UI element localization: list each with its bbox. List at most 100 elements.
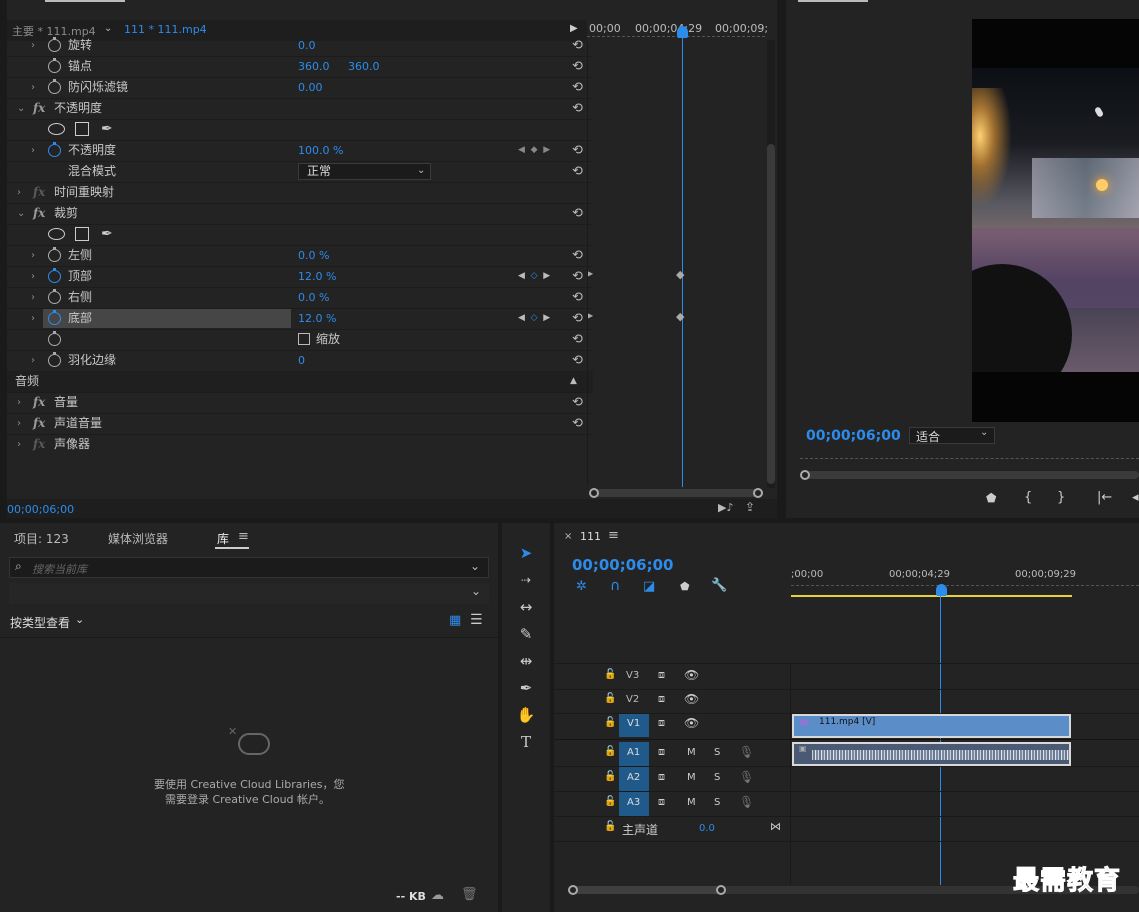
ec-scrollbar[interactable] bbox=[767, 40, 775, 488]
stopwatch-icon[interactable] bbox=[48, 79, 61, 94]
reset-icon[interactable]: ⟲ bbox=[572, 35, 583, 56]
fx-icon[interactable]: fx bbox=[33, 203, 45, 224]
mute-button[interactable]: M bbox=[687, 747, 696, 758]
stopwatch-icon[interactable] bbox=[48, 142, 61, 157]
reset-icon[interactable]: ⟲ bbox=[572, 350, 583, 371]
grid-view-icon[interactable]: ▦ bbox=[449, 613, 461, 628]
video-clip[interactable]: fx 111.mp4 [V] bbox=[792, 714, 1071, 738]
mark-out-icon[interactable]: } bbox=[1057, 490, 1065, 505]
snap-magnet-icon[interactable]: ∩ bbox=[610, 578, 620, 594]
video-frame[interactable] bbox=[972, 19, 1139, 422]
audio-section-header[interactable]: 音频 ▲ bbox=[7, 371, 593, 392]
reset-icon[interactable]: ⟲ bbox=[572, 392, 583, 413]
reset-icon[interactable]: ⟲ bbox=[572, 413, 583, 434]
chevron-right-icon[interactable]: › bbox=[17, 182, 21, 203]
stopwatch-icon[interactable] bbox=[48, 247, 61, 262]
tab-library[interactable]: 库 bbox=[217, 530, 229, 547]
panel-menu-icon[interactable]: ≡ bbox=[238, 529, 249, 544]
source-patch-v1[interactable]: V1 bbox=[619, 713, 649, 737]
keyframe-nav-icon[interactable]: ◀ ◆ ▶ bbox=[518, 140, 550, 161]
chevron-right-icon[interactable]: › bbox=[31, 140, 35, 161]
lock-icon[interactable]: 🔓 bbox=[604, 771, 616, 782]
mic-icon[interactable]: 🎙 bbox=[739, 770, 754, 784]
source-patch-a3[interactable]: A3 bbox=[619, 792, 649, 816]
lock-icon[interactable]: 🔓 bbox=[604, 746, 616, 757]
add-marker-icon[interactable]: ⬟ bbox=[680, 580, 690, 593]
library-select[interactable]: ⌄ bbox=[9, 583, 489, 604]
selection-tool-icon[interactable]: ➤ bbox=[513, 541, 539, 565]
keyframe-nav-icon[interactable]: ◀ ◇ ▶ bbox=[518, 266, 550, 287]
ec-zoom-scrollbar[interactable] bbox=[587, 488, 765, 498]
eye-icon[interactable]: 👁 bbox=[684, 668, 699, 682]
cloud-sync-icon[interactable]: ☁ bbox=[431, 888, 444, 903]
chevron-down-icon[interactable]: ⌄ bbox=[470, 559, 480, 573]
zoom-checkbox[interactable] bbox=[298, 333, 310, 345]
rotation-value[interactable]: 0.0 bbox=[298, 35, 316, 56]
chevron-right-icon[interactable]: › bbox=[31, 350, 35, 371]
nest-icon[interactable]: ✲ bbox=[576, 579, 587, 594]
program-scrollbar[interactable] bbox=[800, 470, 1139, 480]
audio-clip[interactable]: ▣ bbox=[792, 742, 1071, 766]
chevron-down-icon[interactable]: ⌄ bbox=[17, 203, 25, 224]
chevron-down-icon[interactable]: ⌄ bbox=[471, 584, 481, 598]
mark-in-icon[interactable]: { bbox=[1024, 490, 1032, 505]
razor-tool-icon[interactable]: ✎ bbox=[513, 622, 539, 646]
track-select-tool-icon[interactable]: ⇢ bbox=[513, 568, 539, 592]
chevron-right-icon[interactable]: › bbox=[17, 392, 21, 413]
pen-mask-icon[interactable]: ✒ bbox=[101, 224, 113, 245]
program-timecode[interactable]: 00;00;06;00 bbox=[806, 428, 901, 444]
lock-icon[interactable]: 🔓 bbox=[604, 821, 616, 832]
fx-icon[interactable]: fx bbox=[33, 182, 45, 203]
rectangle-mask-icon[interactable] bbox=[75, 227, 89, 241]
lock-icon[interactable]: 🔓 bbox=[604, 796, 616, 807]
mute-button[interactable]: M bbox=[687, 797, 696, 808]
library-search-input[interactable]: ⌕ 搜索当前库 ⌄ bbox=[9, 557, 489, 578]
trash-icon[interactable]: 🗑 bbox=[461, 887, 478, 902]
reset-icon[interactable]: ⟲ bbox=[572, 266, 583, 287]
wrench-icon[interactable]: 🔧 bbox=[711, 578, 727, 593]
close-icon[interactable]: × bbox=[564, 531, 572, 542]
keyframe-diamond-icon[interactable]: ◆ bbox=[676, 268, 684, 281]
pen-tool-icon[interactable]: ✒ bbox=[513, 676, 539, 700]
timeline-playhead[interactable] bbox=[936, 584, 947, 596]
chevron-right-icon[interactable]: › bbox=[31, 308, 35, 329]
tab-media-browser[interactable]: 媒体浏览器 bbox=[108, 530, 168, 547]
rectangle-mask-icon[interactable] bbox=[75, 122, 89, 136]
ec-time-ruler[interactable]: 00;00 00;00;04;29 00;00;09; bbox=[587, 20, 768, 41]
fx-icon[interactable]: fx bbox=[33, 413, 45, 434]
chevron-down-icon[interactable]: ⌄ bbox=[75, 613, 84, 626]
chevron-down-icon[interactable]: ⌄ bbox=[17, 98, 25, 119]
ellipse-mask-icon[interactable] bbox=[48, 228, 65, 240]
stopwatch-icon[interactable] bbox=[48, 37, 61, 52]
fx-icon[interactable]: fx bbox=[33, 434, 45, 455]
blend-mode-select[interactable]: 正常 ⌄ bbox=[298, 163, 431, 180]
go-to-end-icon[interactable]: ⋈ bbox=[770, 820, 781, 833]
mic-icon[interactable]: 🎙 bbox=[739, 795, 754, 809]
anchor-y-value[interactable]: 360.0 bbox=[348, 56, 380, 77]
lock-icon[interactable]: 🔓 bbox=[604, 669, 616, 680]
reset-icon[interactable]: ⟲ bbox=[572, 203, 583, 224]
reset-icon[interactable]: ⟲ bbox=[572, 245, 583, 266]
fit-select[interactable]: 适合 ⌄ bbox=[909, 427, 995, 444]
fx-icon[interactable]: fx bbox=[33, 392, 45, 413]
play-only-icon[interactable]: ▶ bbox=[570, 23, 578, 34]
chevron-right-icon[interactable]: › bbox=[31, 77, 35, 98]
panel-menu-icon[interactable]: ≡ bbox=[608, 528, 619, 543]
keyframe-nav-icon[interactable]: ◀ ◇ ▶ bbox=[518, 308, 550, 329]
reset-icon[interactable]: ⟲ bbox=[572, 140, 583, 161]
timeline-ruler[interactable]: ;00;00 00;00;04;29 00;00;09;29 bbox=[791, 563, 1139, 598]
eye-icon[interactable]: 👁 bbox=[684, 692, 699, 706]
solo-button[interactable]: S bbox=[714, 747, 720, 758]
sync-lock-icon[interactable]: ⧈ bbox=[658, 668, 665, 682]
mute-button[interactable]: M bbox=[687, 772, 696, 783]
ellipse-mask-icon[interactable] bbox=[48, 123, 65, 135]
anchor-x-value[interactable]: 360.0 bbox=[298, 56, 330, 77]
master-volume-value[interactable]: 0.0 bbox=[699, 823, 715, 834]
stopwatch-icon[interactable] bbox=[48, 310, 61, 325]
view-by-type-menu[interactable]: 按类型查看 bbox=[10, 614, 70, 631]
sync-lock-icon[interactable]: ⧈ bbox=[658, 716, 665, 730]
export-icon[interactable]: ⇪ bbox=[745, 500, 755, 514]
linked-selection-icon[interactable]: ◪ bbox=[643, 579, 655, 594]
go-to-in-icon[interactable]: |← bbox=[1097, 490, 1112, 505]
flicker-value[interactable]: 0.00 bbox=[298, 77, 323, 98]
